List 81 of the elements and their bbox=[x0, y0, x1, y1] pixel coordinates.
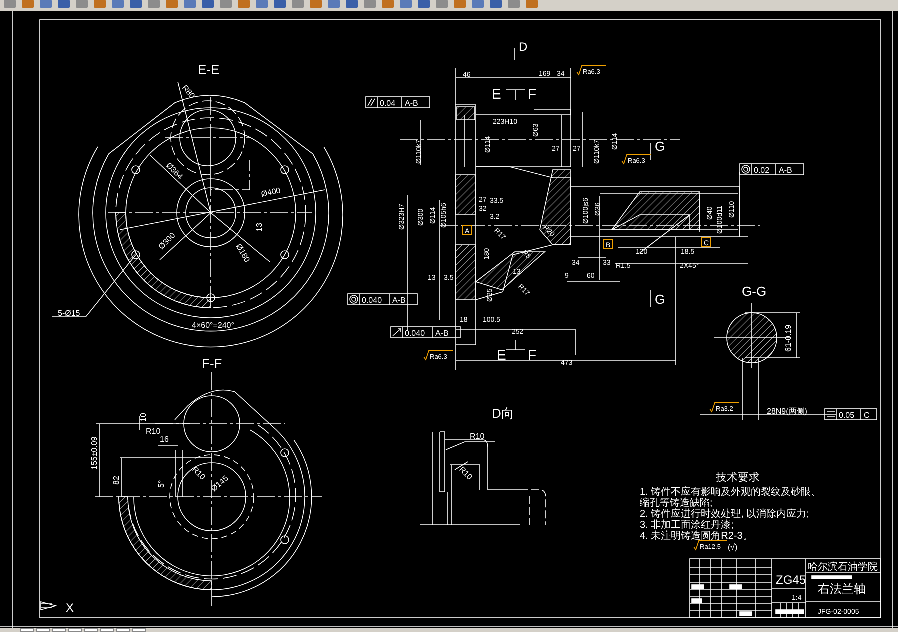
dimension-text: G bbox=[655, 292, 666, 307]
material-text: ZG45 bbox=[776, 573, 806, 587]
toolbar-button[interactable] bbox=[436, 0, 448, 8]
view-title: G-G bbox=[742, 284, 767, 299]
dimension-text: R10 bbox=[146, 427, 161, 436]
part-name: 右法兰轴 bbox=[818, 582, 866, 596]
toolbar-button[interactable] bbox=[220, 0, 232, 8]
requirement-text: 2. 铸件应进行时效处理, 以消除内应力; bbox=[640, 509, 810, 520]
dimension-text: R10 bbox=[190, 465, 208, 482]
toolbar-button[interactable] bbox=[256, 0, 268, 8]
toolbar-button[interactable] bbox=[112, 0, 124, 8]
toolbar-button[interactable] bbox=[328, 0, 340, 8]
toolbar-button[interactable] bbox=[364, 0, 376, 8]
toolbar-button[interactable] bbox=[346, 0, 358, 8]
dimension-text: R10 bbox=[458, 465, 474, 482]
dimension-text: 61-0.19 bbox=[784, 324, 793, 352]
toolbar-button[interactable] bbox=[4, 0, 16, 8]
dimension-text: G bbox=[655, 139, 666, 154]
dimension-text: F bbox=[528, 347, 537, 363]
toolbar-button[interactable] bbox=[310, 0, 322, 8]
view-title: D向 bbox=[492, 406, 514, 421]
toolbar-button[interactable] bbox=[526, 0, 538, 8]
dimension-text: 16 bbox=[160, 435, 169, 444]
view-title: E-E bbox=[198, 62, 220, 77]
toolbar-button[interactable] bbox=[274, 0, 286, 8]
toolbar-button[interactable] bbox=[76, 0, 88, 8]
toolbar-button[interactable] bbox=[508, 0, 520, 8]
requirement-text: 1. 铸件不应有影响及外观的裂纹及砂眼、 bbox=[640, 487, 822, 498]
tolerance-frame: 0.040 A-B bbox=[348, 294, 418, 306]
toolbar-button[interactable] bbox=[382, 0, 394, 8]
requirement-text: 3. 非加工面涂红丹漆; bbox=[640, 520, 734, 531]
requirement-text: 4. 未注明铸造圆角R2-3。 bbox=[640, 531, 753, 542]
dimension-text: 13 bbox=[255, 223, 264, 232]
toolbar-button[interactable] bbox=[94, 0, 106, 8]
dimension-text: 82 bbox=[112, 476, 121, 485]
toolbar-button[interactable] bbox=[292, 0, 304, 8]
dimension-text: 155±0.09 bbox=[90, 436, 99, 470]
layout-tab[interactable] bbox=[100, 628, 114, 632]
school-name: 哈尔滨石油学院 bbox=[808, 562, 878, 573]
toolbar-button[interactable] bbox=[58, 0, 70, 8]
dimension-text: R10 bbox=[470, 432, 485, 441]
layout-tab[interactable] bbox=[68, 628, 82, 632]
dimension-text: F bbox=[528, 86, 537, 102]
requirement-text: 缩孔等铸造缺陷; bbox=[640, 498, 713, 509]
toolbar-button[interactable] bbox=[148, 0, 160, 8]
tolerance-frame: 0.040 A-B bbox=[390, 326, 461, 338]
dimension-text: 10 bbox=[139, 413, 148, 422]
toolbar-button[interactable] bbox=[202, 0, 214, 8]
view-title: F-F bbox=[202, 356, 222, 371]
dimension-text: 4×60°=240° bbox=[192, 321, 234, 330]
toolbar-button[interactable] bbox=[472, 0, 484, 8]
layout-tab[interactable] bbox=[132, 628, 146, 632]
toolbar-button[interactable] bbox=[400, 0, 412, 8]
tolerance-frame: 0.05 C bbox=[824, 408, 878, 420]
toolbar-button[interactable] bbox=[454, 0, 466, 8]
layout-tab[interactable] bbox=[52, 628, 66, 632]
toolbar-button[interactable] bbox=[184, 0, 196, 8]
toolbar-button[interactable] bbox=[238, 0, 250, 8]
toolbar-button[interactable] bbox=[40, 0, 52, 8]
dimension-text: E bbox=[492, 86, 502, 102]
toolbar-button[interactable] bbox=[166, 0, 178, 8]
dimension-text: Ø400 bbox=[260, 186, 282, 199]
dimension-text: 28N9(两侧) bbox=[767, 407, 808, 416]
roughness-note: (√) bbox=[728, 543, 738, 552]
toolbar-button[interactable] bbox=[490, 0, 502, 8]
tolerance-frame: 0.02 A-B bbox=[740, 164, 804, 176]
toolbar-button[interactable] bbox=[418, 0, 430, 8]
layout-tab[interactable] bbox=[36, 628, 50, 632]
axis-label: X bbox=[66, 601, 74, 615]
dimension-text: R80 bbox=[180, 84, 197, 101]
layout-tab[interactable] bbox=[84, 628, 98, 632]
dimension-text: E bbox=[497, 347, 506, 363]
toolbar-button[interactable] bbox=[22, 0, 34, 8]
dimension-text: D bbox=[519, 40, 528, 54]
tolerance-frame: 0.04 A-B bbox=[366, 96, 430, 108]
requirements-title: 技术要求 bbox=[716, 472, 760, 484]
dimension-text: 5-Ø15 bbox=[58, 309, 80, 318]
layout-tab[interactable] bbox=[116, 628, 130, 632]
layout-tab[interactable] bbox=[20, 628, 34, 632]
toolbar-button[interactable] bbox=[130, 0, 142, 8]
dimension-text: 5° bbox=[157, 480, 166, 488]
